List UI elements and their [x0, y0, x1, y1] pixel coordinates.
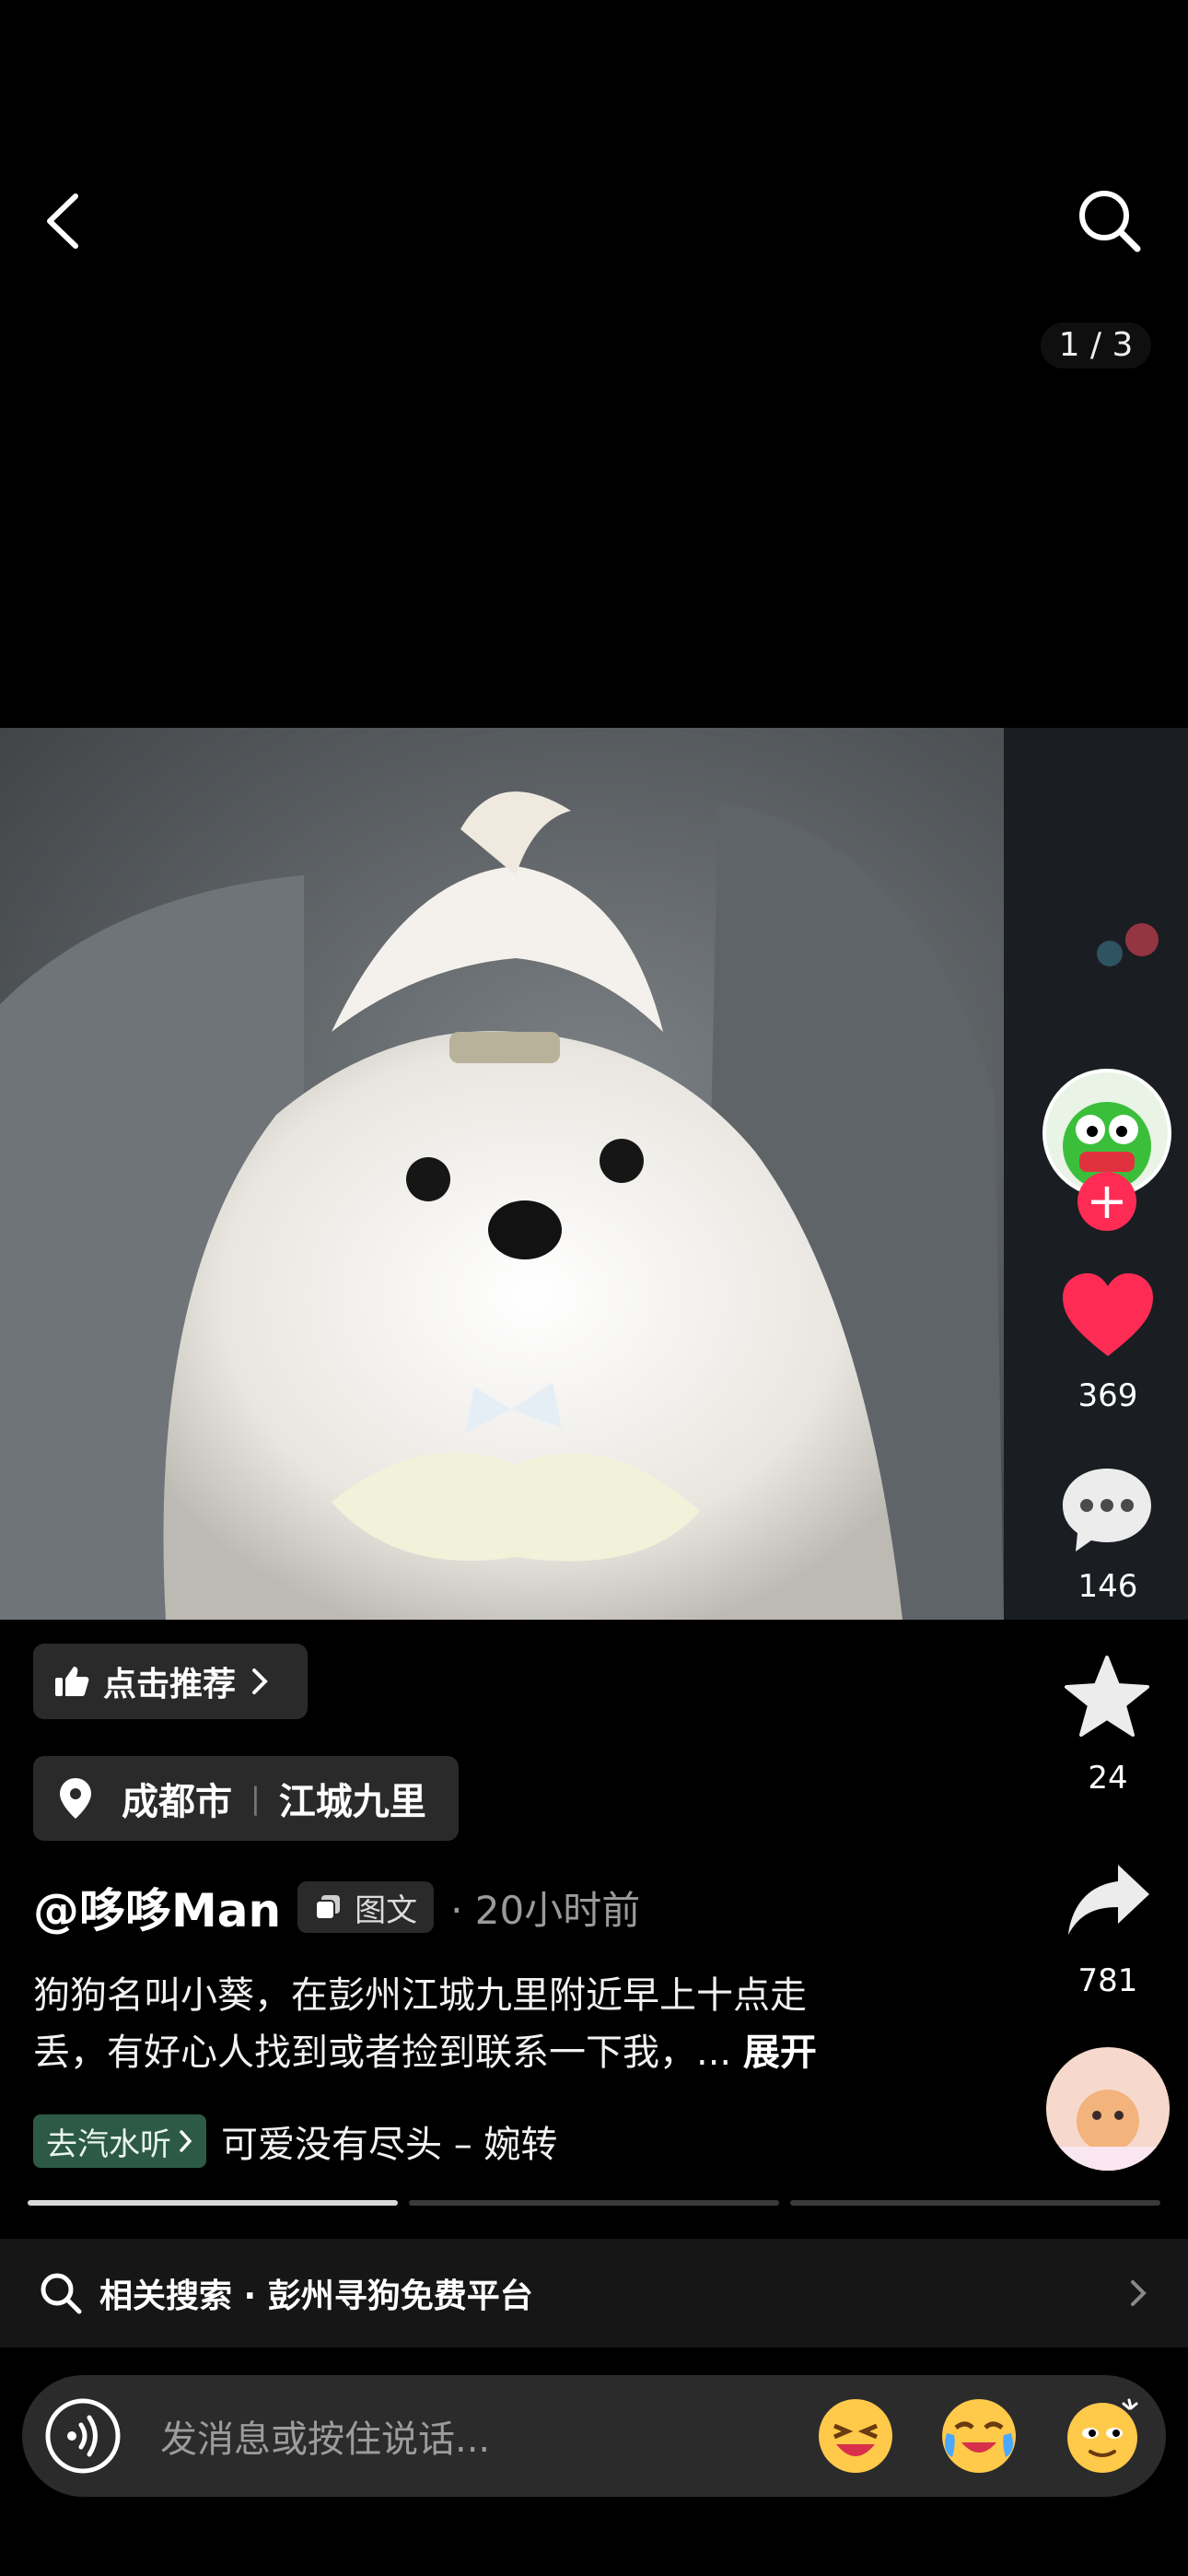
listen-on-qishui-button[interactable]: 去汽水听 [33, 2114, 206, 2168]
smile-emoji-icon[interactable] [1063, 2396, 1142, 2476]
comment-count: 146 [1077, 1568, 1138, 1605]
music-row[interactable]: 去汽水听 可爱没有尽头 – 婉转 [33, 2114, 557, 2168]
location-place: 江城九里 [278, 1781, 426, 1823]
comment-bubble-icon[interactable] [1059, 1465, 1155, 1553]
plus-icon: + [1086, 1172, 1128, 1230]
post-type-label: 图文 [355, 1891, 418, 1929]
expand-button[interactable]: 展开 [743, 2032, 817, 2074]
music-title: 可爱没有尽头 – 婉转 [221, 2124, 558, 2166]
share-arrow-icon[interactable] [1065, 1861, 1153, 1938]
post-photo[interactable] [0, 728, 1188, 1620]
search-icon[interactable] [1073, 184, 1147, 258]
location-divider: | [250, 1781, 261, 1816]
follow-plus-button[interactable]: + [1077, 1172, 1136, 1231]
like-heart-icon[interactable] [1059, 1271, 1157, 1360]
description-line-1: 狗狗名叫小葵，在彭州江城九里附近早上十点走 [33, 1974, 807, 2017]
like-count: 369 [1077, 1377, 1138, 1414]
message-composer[interactable]: 发消息或按住说话... [22, 2375, 1166, 2497]
progress-segment [28, 2200, 398, 2206]
music-disc-icon[interactable] [1046, 2047, 1170, 2171]
voice-input-icon[interactable] [42, 2395, 123, 2476]
music-tag-label: 去汽水听 [46, 2125, 171, 2163]
progress-segment [409, 2200, 779, 2206]
post-type-badge: 图文 [297, 1881, 435, 1933]
message-input[interactable]: 发消息或按住说话... [160, 2409, 816, 2463]
chevron-right-icon [1129, 2278, 1147, 2308]
crying-laugh-emoji-icon[interactable] [939, 2396, 1019, 2476]
recommend-label: 点击推荐 [103, 1666, 237, 1704]
chevron-right-icon [179, 2129, 193, 2153]
location-tag[interactable]: 成都市 | 江城九里 [33, 1756, 459, 1841]
progress-segment [790, 2200, 1160, 2206]
related-search-label: 相关搜索 · 彭州寻狗免费平台 [99, 2277, 533, 2315]
recommend-button[interactable]: 点击推荐 [33, 1644, 308, 1719]
location-pin-icon [57, 1776, 94, 1821]
page-indicator: 1 / 3 [1041, 322, 1151, 369]
related-search-bar[interactable]: 相关搜索 · 彭州寻狗免费平台 [0, 2239, 1188, 2348]
post-time: · 20小时前 [450, 1887, 641, 1933]
location-city: 成都市 [122, 1781, 232, 1823]
share-count: 781 [1077, 1962, 1138, 1999]
search-icon [39, 2271, 83, 2315]
author-name[interactable]: @哆哆Man [33, 1874, 281, 1940]
laughing-emoji-icon[interactable] [816, 2396, 895, 2476]
chevron-right-icon [250, 1667, 269, 1696]
post-description[interactable]: 狗狗名叫小葵，在彭州江城九里附近早上十点走 丢，有好心人找到或者捡到联系一下我，… [33, 1967, 917, 2081]
thumbs-up-icon [53, 1663, 90, 1700]
author-row: @哆哆Man 图文 · 20小时前 [33, 1875, 640, 1939]
description-line-2: 丢，有好心人找到或者捡到联系一下我，... [33, 2032, 732, 2074]
image-progress-bar [28, 2200, 1160, 2207]
favorite-count: 24 [1088, 1760, 1128, 1797]
favorite-star-icon[interactable] [1063, 1654, 1151, 1739]
image-post-icon [314, 1893, 342, 1921]
back-arrow-icon[interactable] [37, 189, 92, 253]
